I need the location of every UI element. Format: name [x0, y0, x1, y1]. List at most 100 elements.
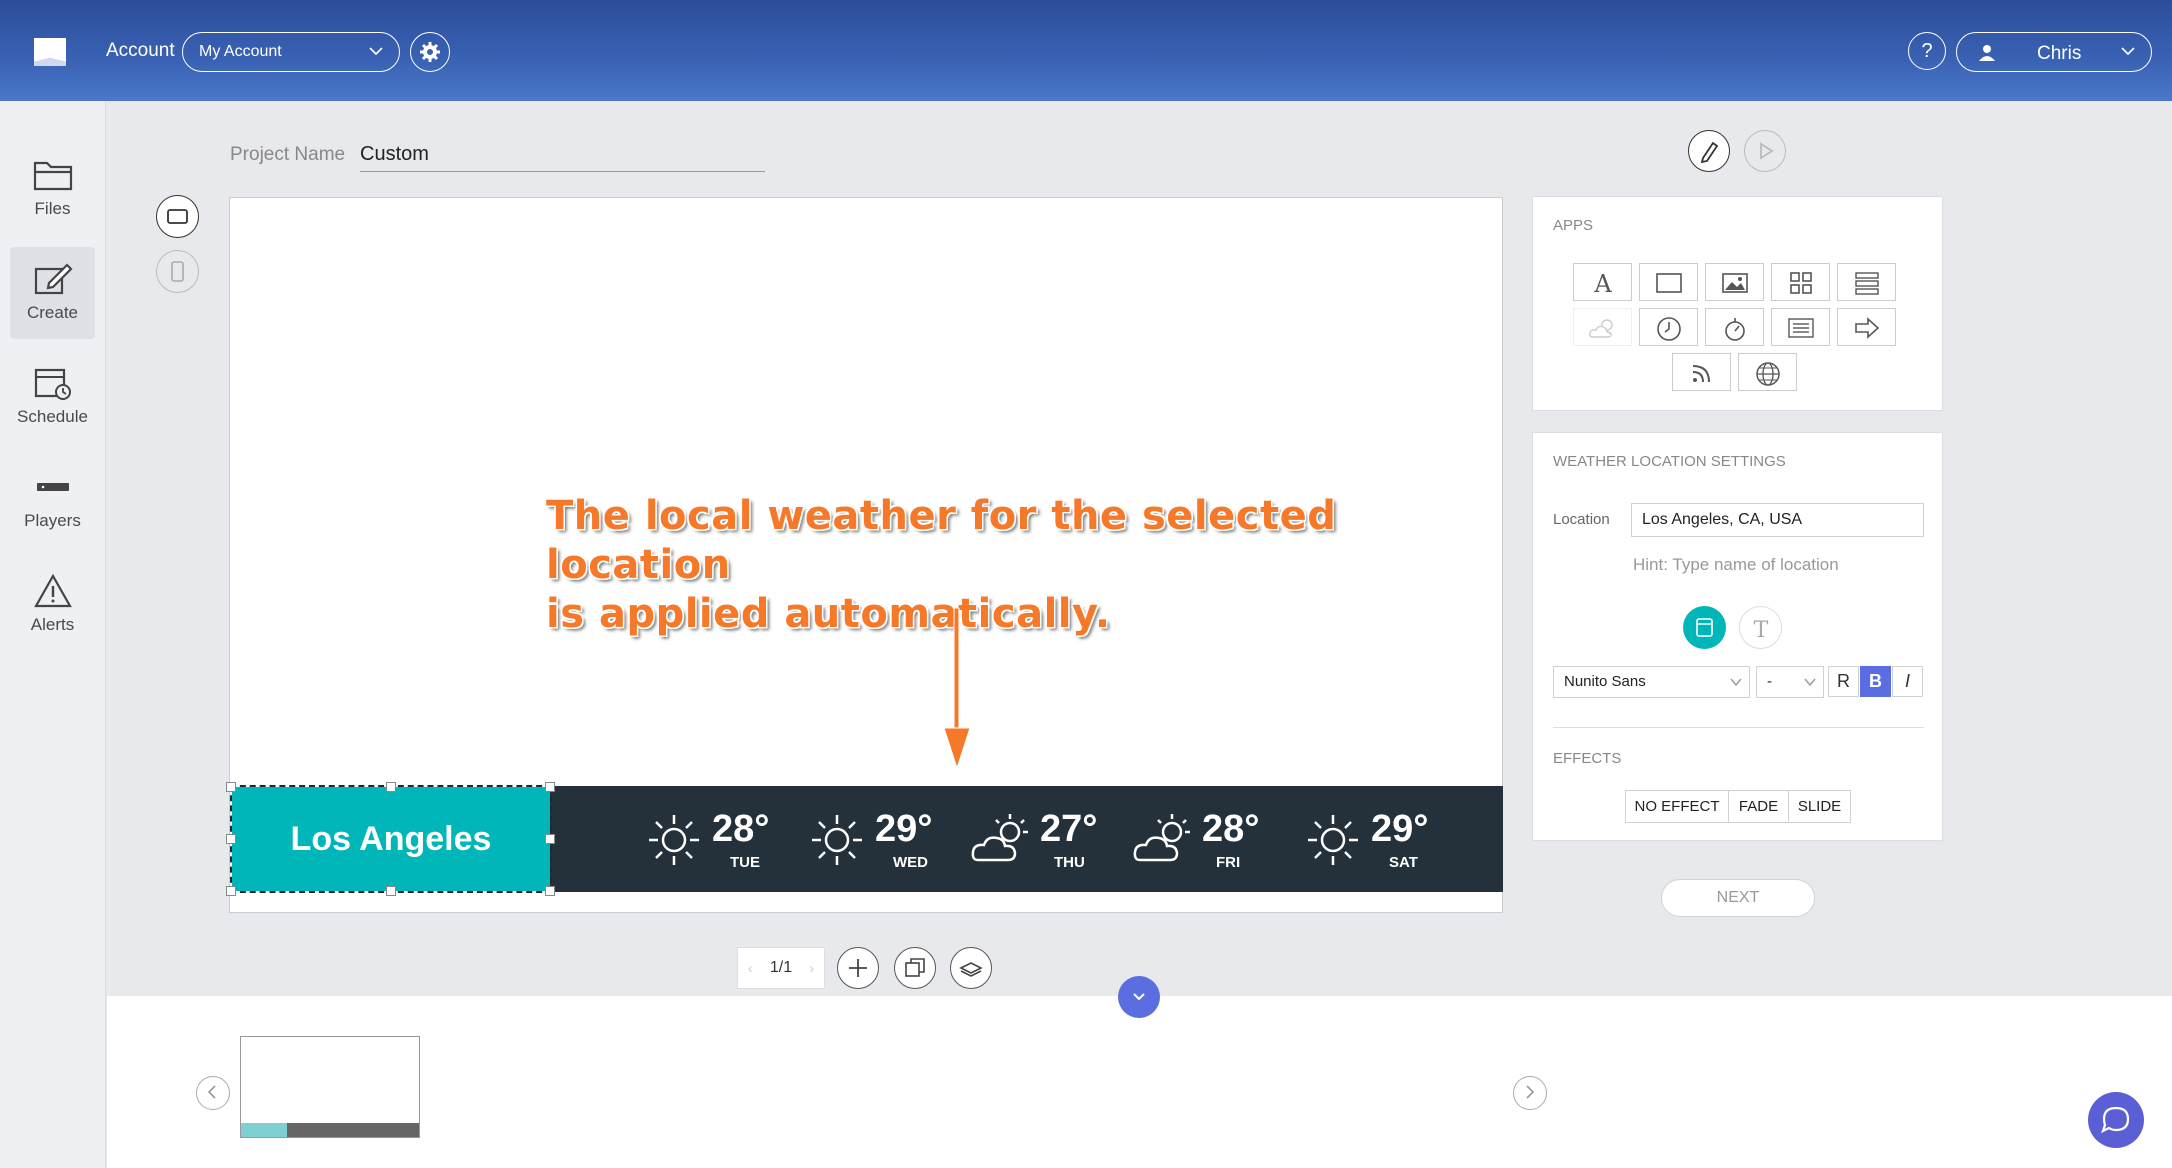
- chevron-right-icon: [1526, 1085, 1535, 1099]
- apps-title: APPS: [1553, 217, 1594, 234]
- forecast-temp: 27°: [1040, 808, 1098, 850]
- font-family-select[interactable]: Nunito Sans: [1553, 666, 1750, 698]
- resize-handle[interactable]: [226, 886, 236, 896]
- filmstrip-next-button[interactable]: [1513, 1076, 1547, 1110]
- resize-handle[interactable]: [545, 782, 555, 792]
- sidebar-item-label: Alerts: [30, 615, 75, 634]
- slide-effect-button[interactable]: SLIDE: [1788, 790, 1851, 823]
- filmstrip-prev-button[interactable]: [196, 1076, 230, 1110]
- font-size-select[interactable]: -: [1756, 666, 1824, 698]
- web-app-button[interactable]: [1738, 353, 1797, 391]
- clock-app-button[interactable]: [1639, 308, 1698, 346]
- portrait-button[interactable]: [156, 250, 199, 293]
- slide-thumbnail[interactable]: [240, 1036, 420, 1138]
- shape-app-icon: [1655, 273, 1682, 293]
- sidebar-item-label: Schedule: [17, 407, 88, 426]
- clock-app-icon: [1656, 317, 1681, 341]
- edit-mode-button[interactable]: [1688, 130, 1730, 172]
- partly-cloudy-icon: [971, 814, 1028, 862]
- weather-app-button[interactable]: [1573, 308, 1632, 346]
- slide-canvas[interactable]: The local weather for the selected locat…: [226, 197, 1503, 913]
- sidebar-item-players[interactable]: Players: [10, 455, 95, 547]
- effects-title: EFFECTS: [1553, 750, 1622, 767]
- account-value: My Account: [199, 43, 282, 60]
- image-app-icon: [1721, 273, 1748, 293]
- sidebar-item-alerts[interactable]: Alerts: [10, 559, 95, 651]
- list-app-button[interactable]: [1837, 263, 1896, 301]
- annotation-text: The local weather for the selected locat…: [546, 492, 1502, 639]
- resize-handle[interactable]: [386, 886, 396, 896]
- chat-icon: [2101, 1106, 2130, 1134]
- arrow-app-icon: [1854, 317, 1879, 339]
- help-button[interactable]: ?: [1908, 32, 1946, 70]
- font-family-value: Nunito Sans: [1564, 673, 1646, 690]
- sidebar-item-files[interactable]: Files: [10, 143, 95, 235]
- forecast-temp: 29°: [875, 808, 933, 850]
- sun-icon: [812, 815, 862, 865]
- annotation-line: The local weather for the selected locat…: [546, 493, 1337, 588]
- no-effect-button[interactable]: NO EFFECT: [1625, 790, 1729, 823]
- alert-icon: [33, 573, 72, 608]
- regular-button[interactable]: R: [1828, 666, 1859, 697]
- city-name-box[interactable]: Los Angeles: [230, 785, 552, 893]
- weather-settings-title: WEATHER LOCATION SETTINGS: [1553, 453, 1786, 470]
- duplicate-slide-button[interactable]: [894, 947, 936, 989]
- arrow-app-button[interactable]: [1837, 308, 1896, 346]
- sun-icon: [1308, 815, 1358, 865]
- divider: [1553, 727, 1924, 728]
- logo-icon[interactable]: [30, 32, 70, 72]
- gear-icon: [420, 42, 440, 62]
- annotation-arrow-icon: [943, 608, 971, 768]
- weather-forecast-bar[interactable]: 28° TUE 29° WED 27° THU 28° FRI 29° SAT: [550, 786, 1503, 892]
- text-style-button[interactable]: T: [1739, 606, 1782, 649]
- rss-app-button[interactable]: [1672, 353, 1731, 391]
- fade-effect-button[interactable]: FADE: [1728, 790, 1789, 823]
- resize-handle[interactable]: [226, 782, 236, 792]
- timer-app-button[interactable]: [1705, 308, 1764, 346]
- chat-support-button[interactable]: [2088, 1092, 2144, 1148]
- resize-handle[interactable]: [545, 834, 555, 844]
- resize-handle[interactable]: [386, 782, 396, 792]
- page-prev-button[interactable]: ‹: [748, 948, 753, 988]
- page-indicator: ‹ 1/1 ›: [737, 947, 825, 989]
- user-menu-button[interactable]: Chris: [1956, 32, 2152, 72]
- calendar-clock-icon: [34, 368, 71, 400]
- sidebar-item-create[interactable]: Create: [10, 247, 95, 339]
- resize-handle[interactable]: [226, 834, 236, 844]
- shape-app-button[interactable]: [1639, 263, 1698, 301]
- image-app-button[interactable]: [1705, 263, 1764, 301]
- duplicate-icon: [905, 958, 925, 977]
- account-label: Account: [106, 40, 175, 61]
- thumbnail-city-box: [241, 1123, 287, 1137]
- account-select[interactable]: My Account: [182, 32, 400, 72]
- preview-button[interactable]: [1744, 130, 1786, 172]
- chevron-down-icon: [369, 47, 383, 56]
- resize-handle[interactable]: [545, 886, 555, 896]
- forecast-day-name: SAT: [1389, 854, 1418, 871]
- bold-button[interactable]: B: [1860, 666, 1891, 697]
- forecast-day-name: TUE: [730, 854, 760, 871]
- collapse-filmstrip-button[interactable]: [1118, 976, 1160, 1018]
- layers-button[interactable]: [950, 947, 992, 989]
- sidebar-item-schedule[interactable]: Schedule: [10, 351, 95, 443]
- text-app-button[interactable]: A: [1573, 263, 1632, 301]
- next-button[interactable]: NEXT: [1661, 879, 1815, 917]
- location-input[interactable]: Los Angeles, CA, USA: [1631, 503, 1924, 537]
- timer-app-icon: [1724, 318, 1745, 341]
- forecast-temp: 28°: [712, 808, 770, 850]
- portrait-icon: [171, 261, 184, 282]
- page-next-button[interactable]: ›: [809, 948, 814, 988]
- project-name-input[interactable]: Custom: [360, 140, 765, 172]
- folder-icon: [33, 161, 72, 191]
- landscape-button[interactable]: [156, 195, 199, 238]
- weather-settings-panel: WEATHER LOCATION SETTINGS Location Los A…: [1532, 432, 1943, 841]
- font-size-value: -: [1767, 673, 1772, 690]
- italic-button[interactable]: I: [1892, 666, 1923, 697]
- list-app-icon: [1854, 272, 1879, 295]
- settings-button[interactable]: [410, 32, 450, 72]
- add-slide-button[interactable]: [837, 947, 879, 989]
- partly-cloudy-icon: [1133, 814, 1190, 862]
- icon-style-button[interactable]: [1683, 606, 1726, 649]
- ticker-app-button[interactable]: [1771, 308, 1830, 346]
- qr-app-button[interactable]: [1771, 263, 1830, 301]
